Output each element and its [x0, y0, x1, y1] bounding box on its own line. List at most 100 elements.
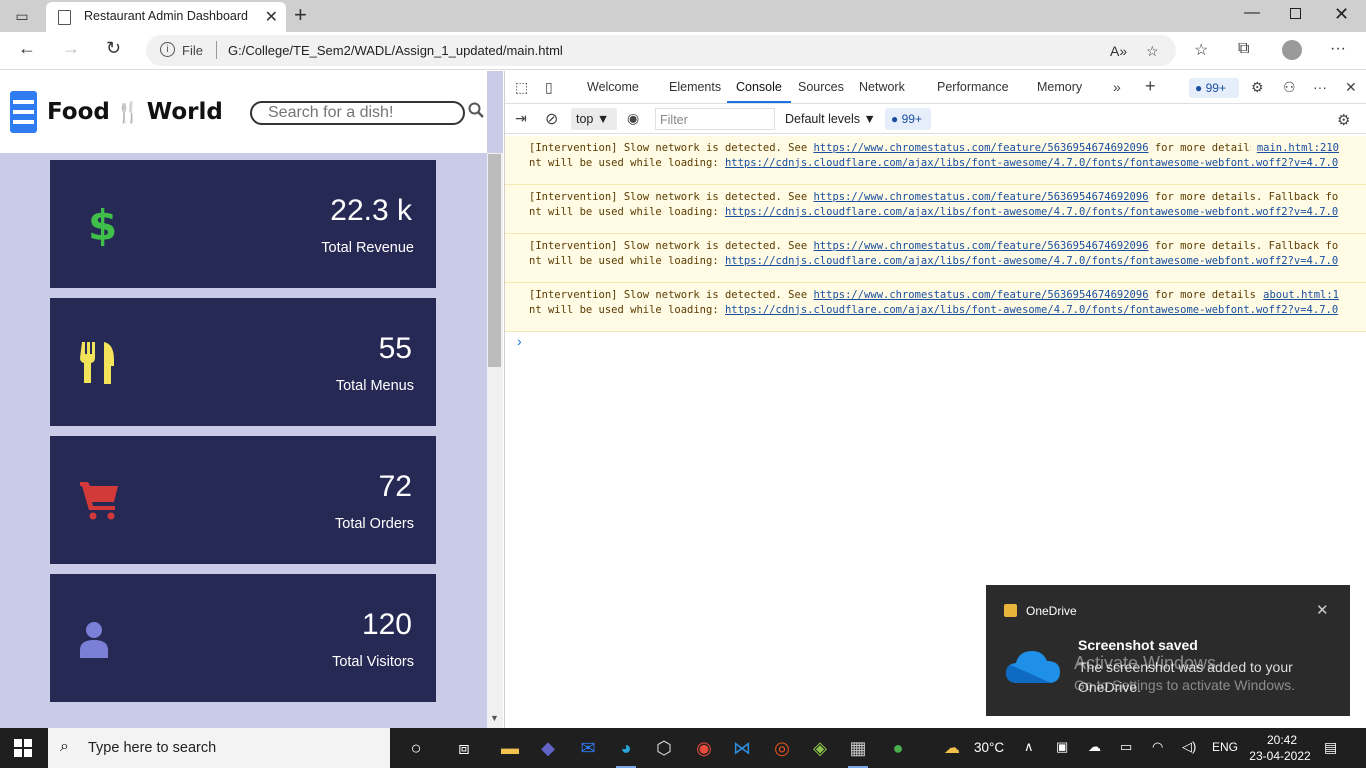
dish-search-input[interactable] — [250, 101, 465, 125]
temperature-label[interactable]: 30°C — [974, 740, 1004, 755]
info-icon[interactable]: i — [160, 42, 175, 57]
onedrive-tray-icon[interactable]: ☁ — [1088, 739, 1101, 755]
minimize-icon[interactable]: — — [1244, 4, 1260, 22]
tab-performance[interactable]: Performance — [937, 80, 1009, 94]
notification-close-icon[interactable]: ✕ — [1316, 601, 1329, 619]
tab-console[interactable]: Console — [736, 80, 782, 94]
message-source-link[interactable]: main.html:210 — [1250, 141, 1339, 156]
battery-icon[interactable]: ▭ — [1120, 739, 1132, 755]
search-icon[interactable] — [468, 102, 484, 118]
tab-welcome[interactable]: Welcome — [587, 80, 639, 94]
page-scroll-thumb[interactable] — [488, 154, 501, 367]
customize-icon[interactable]: ⚇ — [1283, 79, 1296, 96]
wifi-icon[interactable]: ◠ — [1152, 739, 1163, 755]
browser-tab[interactable]: Restaurant Admin Dashboard ✕ — [46, 2, 286, 32]
more-tabs-icon[interactable]: » — [1113, 79, 1121, 95]
read-aloud-icon[interactable]: A» — [1110, 43, 1127, 59]
window-close-icon[interactable]: ✕ — [1334, 4, 1349, 25]
console-prompt-icon[interactable]: › — [517, 333, 522, 349]
console-issues-badge[interactable]: ● 99+ — [885, 108, 931, 130]
close-devtools-icon[interactable]: ✕ — [1345, 79, 1357, 96]
issues-badge[interactable]: ● 99+ — [1189, 78, 1239, 98]
url-text[interactable]: G:/College/TE_Sem2/WADL/Assign_1_updated… — [228, 43, 563, 58]
message-link[interactable]: https://www.chromestatus.com/feature/563… — [813, 289, 1148, 301]
notification-center-icon[interactable]: ▤ — [1324, 739, 1337, 756]
message-link[interactable]: https://cdnjs.cloudflare.com/ajax/libs/f… — [725, 157, 1338, 169]
taskbar-search-box[interactable]: ⌕ Type here to search — [48, 728, 390, 768]
volume-icon[interactable]: ◁) — [1182, 739, 1196, 755]
ubuntu-icon[interactable]: ◎ — [768, 734, 796, 762]
message-link[interactable]: https://www.chromestatus.com/feature/563… — [813, 240, 1148, 252]
add-tool-icon[interactable]: + — [1145, 76, 1156, 97]
clear-console-icon[interactable]: ⊘ — [545, 109, 558, 129]
levels-label: Default levels — [785, 112, 861, 126]
message-link[interactable]: https://cdnjs.cloudflare.com/ajax/libs/f… — [725, 206, 1338, 218]
vscode-icon[interactable]: ⋈ — [728, 734, 756, 762]
mongodb-compass-icon[interactable]: ● — [884, 734, 912, 762]
more-options-icon[interactable]: ··· — [1330, 40, 1346, 58]
task-view-icon[interactable]: ⧈ — [450, 734, 478, 762]
message-link[interactable]: https://cdnjs.cloudflare.com/ajax/libs/f… — [725, 304, 1338, 316]
search-icon: ⌕ — [60, 738, 69, 755]
taskbar-search-placeholder: Type here to search — [88, 740, 217, 756]
message-link[interactable]: https://cdnjs.cloudflare.com/ajax/libs/f… — [725, 255, 1338, 267]
onedrive-notification[interactable]: OneDrive ✕ Screenshot saved The screensh… — [986, 585, 1350, 716]
browser-toolbar: ← → ↻ i File G:/College/TE_Sem2/WADL/Ass… — [0, 32, 1366, 70]
tab-network[interactable]: Network — [859, 80, 905, 94]
maximize-icon[interactable] — [1290, 8, 1301, 19]
meet-now-icon[interactable]: ▣ — [1056, 739, 1068, 755]
teams-icon[interactable]: ◆ — [534, 734, 562, 762]
utility-app-icon[interactable]: ◈ — [806, 734, 834, 762]
virtualbox-icon[interactable]: ⬡ — [650, 734, 678, 762]
tab-sources[interactable]: Sources — [798, 80, 844, 94]
language-indicator[interactable]: ENG — [1212, 740, 1238, 754]
address-bar[interactable]: i File G:/College/TE_Sem2/WADL/Assign_1_… — [146, 35, 1176, 66]
add-favorite-icon[interactable]: ☆ — [1146, 43, 1159, 60]
network-app-icon[interactable]: ▦ — [844, 734, 872, 768]
tab-memory[interactable]: Memory — [1037, 80, 1082, 94]
device-toolbar-icon[interactable]: ▯ — [545, 79, 553, 96]
tab-actions-icon[interactable]: ▭ — [12, 7, 32, 25]
inspect-element-icon[interactable]: ⬚ — [515, 79, 528, 96]
sidebar-toggle-icon[interactable]: ⇥ — [515, 110, 527, 127]
clock-time[interactable]: 20:42 — [1262, 733, 1302, 747]
hamburger-menu-icon[interactable] — [10, 91, 37, 133]
cortana-icon[interactable]: ○ — [402, 734, 430, 762]
url-separator — [216, 41, 217, 59]
console-settings-gear-icon[interactable]: ⚙ — [1337, 111, 1350, 129]
console-filter-input[interactable]: Filter — [655, 108, 775, 130]
user-icon — [80, 622, 108, 658]
stat-value: 55 — [378, 332, 412, 365]
chrome-icon[interactable]: ◉ — [690, 734, 718, 762]
collections-icon[interactable]: ⧉ — [1238, 40, 1249, 58]
refresh-icon[interactable]: ↻ — [106, 38, 121, 59]
edge-browser-icon[interactable]: ◕ — [612, 734, 640, 768]
log-levels-dropdown[interactable]: Default levels ▼ — [785, 112, 876, 126]
cloud-icon — [1006, 651, 1060, 683]
more-options-icon[interactable]: ··· — [1313, 79, 1327, 95]
message-source-link[interactable]: about.html:1 — [1257, 288, 1339, 303]
message-link[interactable]: https://www.chromestatus.com/feature/563… — [813, 191, 1148, 203]
back-icon[interactable]: ← — [18, 38, 36, 59]
scroll-down-arrow-icon[interactable]: ▼ — [490, 713, 499, 723]
file-explorer-icon[interactable]: ▬ — [496, 734, 524, 762]
show-hidden-icons-icon[interactable]: ∧ — [1024, 739, 1034, 755]
windows-taskbar: ⌕ Type here to search ○ ⧈ ▬ ◆ ✉ ◕ ⬡ ◉ ⋈ … — [0, 728, 1366, 768]
weather-icon[interactable]: ☁ — [944, 738, 960, 758]
tab-elements[interactable]: Elements — [669, 80, 721, 94]
settings-gear-icon[interactable]: ⚙ — [1251, 79, 1264, 96]
windows-start-icon[interactable] — [14, 739, 32, 757]
message-link[interactable]: https://www.chromestatus.com/feature/563… — [813, 142, 1148, 154]
live-expression-eye-icon[interactable]: ◉ — [627, 110, 639, 127]
favorites-icon[interactable]: ☆ — [1194, 40, 1208, 60]
new-tab-icon[interactable]: + — [294, 2, 307, 28]
forward-icon[interactable]: → — [62, 38, 80, 59]
tab-close-icon[interactable]: ✕ — [265, 7, 278, 27]
clock-date[interactable]: 23-04-2022 — [1244, 749, 1316, 763]
page-viewport: Food🍴World $ 22.3 k Total Revenue 55 Tot… — [0, 71, 503, 728]
context-select[interactable]: top ▼ — [571, 108, 617, 130]
profile-avatar[interactable] — [1282, 40, 1302, 60]
message-text: [Intervention] Slow network is detected.… — [529, 142, 814, 154]
brand-logo: Food 🍴 World — [47, 99, 223, 125]
mail-icon[interactable]: ✉ — [574, 734, 602, 762]
